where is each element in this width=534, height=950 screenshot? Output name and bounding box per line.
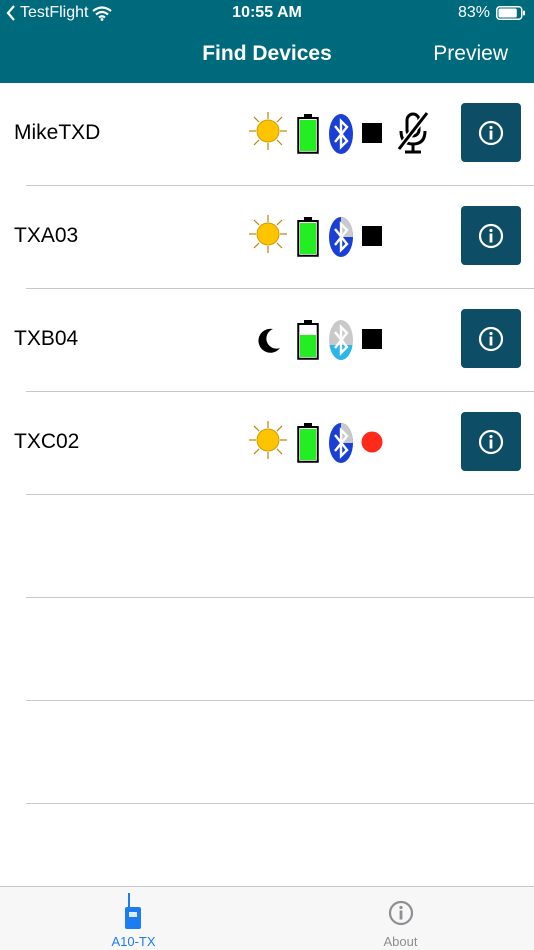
device-info-button[interactable] [461,206,521,265]
device-list: MikeTXD TXA03 TXB04 TXC02 [0,83,534,804]
info-icon [478,326,504,351]
battery-medium-icon [297,320,319,360]
battery-full-icon [297,217,319,257]
info-icon [478,223,504,248]
bluetooth-connected-icon [329,114,353,154]
stop-square-icon [362,123,382,143]
device-name: MikeTXD [14,121,101,144]
device-name: TXC02 [14,430,80,453]
battery-percent: 83% [457,4,490,21]
info-icon [478,120,504,145]
device-info-button[interactable] [461,412,521,471]
empty-list-row [0,701,534,804]
tab-label: A10-TX [111,934,156,949]
device-row[interactable]: MikeTXD [0,83,534,186]
tab-bar: A10-TX About [0,886,534,950]
row-separator [26,803,534,804]
stop-square-icon [362,329,382,349]
tab-a10-tx[interactable]: A10-TX [0,887,267,950]
radio-transmitter-icon [124,893,141,929]
empty-list-row [0,495,534,598]
preview-button[interactable]: Preview [433,42,508,66]
sun-icon [249,421,287,459]
tab-about[interactable]: About [267,887,534,950]
sun-icon [249,112,287,150]
info-icon [478,429,504,454]
status-right: 83% [458,4,526,22]
record-dot-icon [361,431,383,453]
device-name: TXB04 [14,327,79,350]
navigation-bar: Find Devices Preview [0,28,534,83]
clock: 10:55 AM [232,4,302,21]
empty-list-row [0,598,534,701]
device-row[interactable]: TXB04 [0,289,534,392]
stop-square-icon [362,226,382,246]
battery-full-icon [297,114,319,154]
device-row[interactable]: TXA03 [0,186,534,289]
device-info-button[interactable] [461,309,521,368]
device-info-button[interactable] [461,103,521,162]
moon-icon [258,328,280,353]
bluetooth-low-icon [329,320,353,360]
bluetooth-connected-icon [329,423,353,463]
bluetooth-connected-icon [329,217,353,257]
battery-full-icon [297,423,319,463]
mic-muted-icon [396,111,430,154]
status-bar: TestFlight 10:55 AM 83% [0,0,534,28]
battery-icon [496,6,525,20]
device-name: TXA03 [14,224,79,247]
device-row[interactable]: TXC02 [0,392,534,495]
tab-label: About [383,934,418,949]
info-icon [388,900,413,926]
sun-icon [249,215,287,253]
